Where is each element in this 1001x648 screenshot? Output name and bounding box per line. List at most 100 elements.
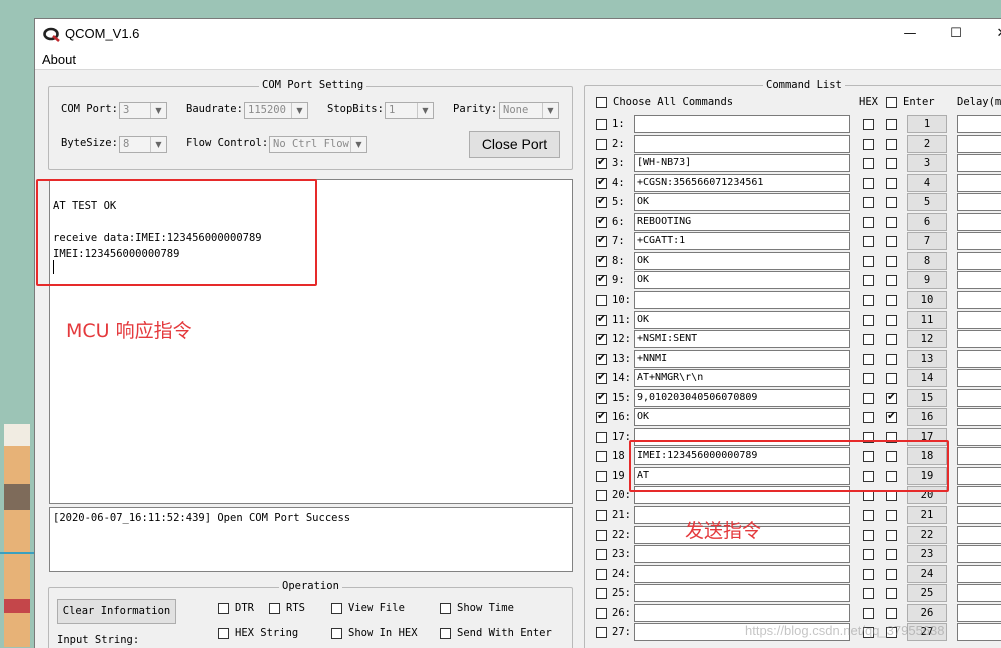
command-input[interactable]: +NNMI xyxy=(634,349,850,368)
command-enter-checkbox[interactable]: ✔ xyxy=(886,390,897,404)
command-delay-input[interactable] xyxy=(957,545,1001,564)
command-enter-checkbox[interactable] xyxy=(886,158,897,170)
com-port-select[interactable]: 3 ▼ xyxy=(119,102,167,119)
command-hex-checkbox[interactable] xyxy=(863,197,874,209)
command-input[interactable] xyxy=(634,115,850,133)
hex-string-checkbox[interactable] xyxy=(218,628,229,639)
command-delay-input[interactable] xyxy=(957,447,1001,466)
command-enter-checkbox[interactable] xyxy=(886,529,897,541)
command-select-checkbox[interactable] xyxy=(596,295,607,306)
command-hex-checkbox[interactable] xyxy=(863,549,874,561)
command-input[interactable] xyxy=(634,584,850,603)
rts-checkbox[interactable] xyxy=(269,603,280,614)
command-hex-checkbox[interactable] xyxy=(863,510,874,521)
command-delay-input[interactable] xyxy=(957,349,1001,368)
command-hex-checkbox[interactable] xyxy=(863,295,874,306)
command-input[interactable]: +CGATT:1 xyxy=(634,232,850,251)
command-select-checkbox[interactable] xyxy=(596,588,607,600)
command-input[interactable] xyxy=(634,291,850,309)
command-select-checkbox[interactable] xyxy=(596,627,607,639)
command-send-button[interactable]: 21 xyxy=(907,506,947,524)
command-input[interactable]: OK xyxy=(634,193,850,212)
command-delay-input[interactable] xyxy=(957,525,1001,544)
command-input[interactable] xyxy=(634,545,850,564)
command-hex-checkbox[interactable] xyxy=(863,216,874,228)
command-delay-input[interactable] xyxy=(957,466,1001,485)
command-input[interactable]: [WH-NB73] xyxy=(634,154,850,173)
command-enter-checkbox[interactable] xyxy=(886,216,897,228)
command-delay-input[interactable] xyxy=(957,115,1001,133)
command-enter-checkbox[interactable]: ✔ xyxy=(886,409,897,424)
command-delay-input[interactable] xyxy=(957,330,1001,349)
command-input[interactable]: AT+NMGR\r\n xyxy=(634,369,850,388)
command-delay-input[interactable] xyxy=(957,291,1001,309)
command-select-checkbox[interactable] xyxy=(596,607,607,619)
command-select-checkbox[interactable] xyxy=(596,138,607,150)
command-hex-checkbox[interactable] xyxy=(863,353,874,365)
command-send-button[interactable]: 22 xyxy=(907,525,947,544)
command-hex-checkbox[interactable] xyxy=(863,607,874,619)
command-send-button[interactable]: 3 xyxy=(907,154,947,173)
command-enter-checkbox[interactable] xyxy=(886,275,897,287)
command-hex-checkbox[interactable] xyxy=(863,392,874,404)
command-enter-checkbox[interactable] xyxy=(886,177,897,189)
command-enter-checkbox[interactable] xyxy=(886,334,897,346)
command-input[interactable]: OK xyxy=(634,408,850,427)
command-input[interactable] xyxy=(634,603,850,622)
log-textarea[interactable]: [2020-06-07_16:11:52:439] Open COM Port … xyxy=(49,507,573,572)
command-delay-input[interactable] xyxy=(957,271,1001,290)
command-select-checkbox[interactable]: ✔ xyxy=(596,351,607,365)
command-send-button[interactable]: 23 xyxy=(907,545,947,564)
close-port-button[interactable]: Close Port xyxy=(469,131,560,158)
command-hex-checkbox[interactable] xyxy=(863,588,874,600)
command-enter-checkbox[interactable] xyxy=(886,353,897,365)
command-delay-input[interactable] xyxy=(957,251,1001,270)
command-input[interactable]: +CGSN:356566071234561 xyxy=(634,173,850,192)
command-enter-checkbox[interactable] xyxy=(886,255,897,267)
command-enter-checkbox[interactable] xyxy=(886,295,897,306)
show-time-checkbox[interactable] xyxy=(440,603,451,614)
command-hex-checkbox[interactable] xyxy=(863,236,874,248)
command-delay-input[interactable] xyxy=(957,212,1001,231)
command-delay-input[interactable] xyxy=(957,369,1001,388)
command-select-checkbox[interactable] xyxy=(596,549,607,561)
command-send-button[interactable]: 5 xyxy=(907,193,947,212)
command-hex-checkbox[interactable] xyxy=(863,334,874,346)
baudrate-select[interactable]: 115200 ▼ xyxy=(244,102,308,119)
command-select-checkbox[interactable] xyxy=(596,119,607,130)
command-delay-input[interactable] xyxy=(957,388,1001,407)
command-select-checkbox[interactable]: ✔ xyxy=(596,390,607,404)
command-delay-input[interactable] xyxy=(957,427,1001,446)
command-enter-checkbox[interactable] xyxy=(886,510,897,521)
command-hex-checkbox[interactable] xyxy=(863,373,874,385)
command-delay-input[interactable] xyxy=(957,193,1001,212)
command-delay-input[interactable] xyxy=(957,584,1001,603)
command-select-checkbox[interactable] xyxy=(596,529,607,541)
command-select-checkbox[interactable]: ✔ xyxy=(596,253,607,267)
command-send-button[interactable]: 4 xyxy=(907,173,947,192)
command-input[interactable]: +NSMI:SENT xyxy=(634,330,850,349)
command-send-button[interactable]: 2 xyxy=(907,134,947,153)
command-select-checkbox[interactable] xyxy=(596,470,607,482)
stopbits-select[interactable]: 1 ▼ xyxy=(385,102,434,119)
bytesize-select[interactable]: 8 ▼ xyxy=(119,136,167,153)
command-select-checkbox[interactable] xyxy=(596,451,607,463)
command-hex-checkbox[interactable] xyxy=(863,490,874,502)
command-hex-checkbox[interactable] xyxy=(863,529,874,541)
command-hex-checkbox[interactable] xyxy=(863,177,874,189)
command-hex-checkbox[interactable] xyxy=(863,275,874,287)
command-send-button[interactable]: 15 xyxy=(907,388,947,407)
command-enter-checkbox[interactable] xyxy=(886,197,897,209)
command-select-checkbox[interactable]: ✔ xyxy=(596,370,607,385)
command-send-button[interactable]: 26 xyxy=(907,603,947,622)
command-delay-input[interactable] xyxy=(957,603,1001,622)
command-input[interactable]: OK xyxy=(634,271,850,290)
command-delay-input[interactable] xyxy=(957,232,1001,251)
command-input[interactable]: 9,010203040506070809 xyxy=(634,388,850,407)
command-select-checkbox[interactable]: ✔ xyxy=(596,312,607,326)
command-send-button[interactable]: 25 xyxy=(907,584,947,603)
command-hex-checkbox[interactable] xyxy=(863,119,874,130)
show-in-hex-checkbox[interactable] xyxy=(331,628,342,639)
command-delay-input[interactable] xyxy=(957,506,1001,524)
command-input[interactable]: OK xyxy=(634,251,850,270)
